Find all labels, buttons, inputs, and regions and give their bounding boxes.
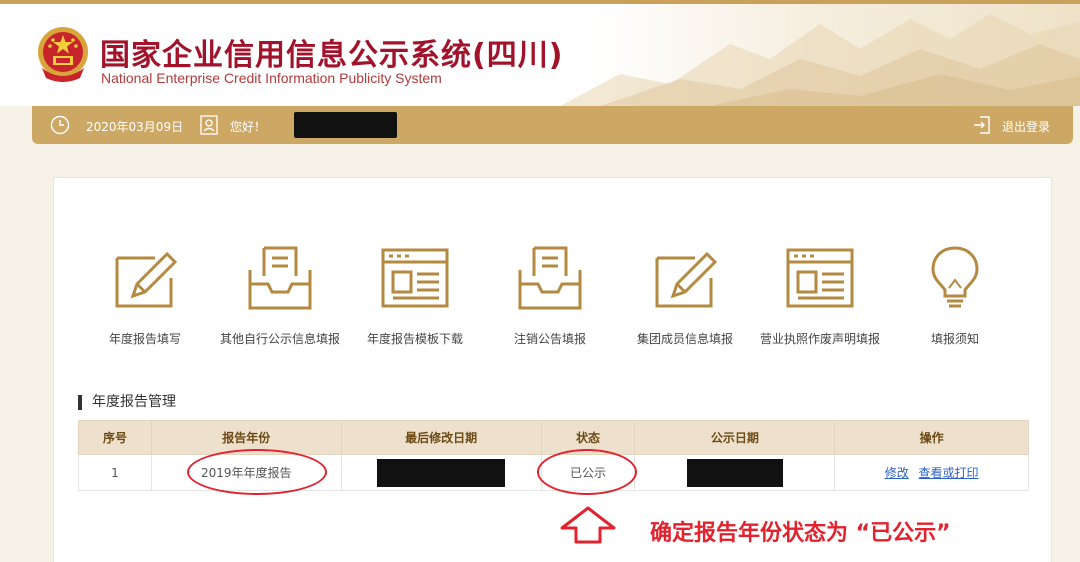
func-group-member[interactable]: 集团成员信息填报 (620, 244, 750, 347)
current-date: 2020年03月09日 (86, 120, 184, 134)
func-template-download[interactable]: 年度报告模板下载 (350, 244, 480, 347)
template-icon (786, 248, 854, 308)
section-title: 年度报告管理 (78, 395, 176, 410)
inbox-icon (518, 246, 582, 310)
cell-index: 1 (78, 454, 152, 491)
annotation-text: 确定报告年份状态为 “已公示” (650, 521, 951, 546)
logout-link[interactable]: 退出登录 (1002, 118, 1050, 135)
func-annual-report-fill[interactable]: 年度报告填写 (80, 244, 210, 347)
func-cancellation-notice[interactable]: 注销公告填报 (485, 244, 615, 347)
inbox-icon (248, 246, 312, 310)
lightbulb-icon (931, 246, 979, 308)
clock-icon (50, 115, 70, 135)
cell-publish-date (634, 454, 836, 491)
template-icon (381, 248, 449, 308)
highlight-status-ellipse (537, 449, 637, 495)
site-header: 国家企业信用信息公示系统(四川) National Enterprise Cre… (0, 4, 1080, 106)
col-header-publish-date: 公示日期 (634, 420, 836, 455)
edit-icon (655, 251, 718, 308)
table-header-row: 序号 报告年份 最后修改日期 状态 公示日期 操作 (78, 420, 1029, 455)
redacted-username (294, 112, 397, 138)
user-bar: 2020年03月09日 您好！ 退出登录 (32, 106, 1073, 144)
func-label: 集团成员信息填报 (636, 332, 733, 346)
user-icon (200, 115, 218, 135)
greeting-text: 您好！ (230, 120, 267, 134)
cell-actions: 修改 查看或打印 (834, 454, 1029, 491)
national-emblem-icon (38, 27, 88, 82)
cell-modified (340, 454, 542, 491)
func-license-void[interactable]: 营业执照作废声明填报 (755, 244, 885, 347)
func-label: 年度报告模板下载 (366, 332, 463, 346)
main-panel: 年度报告填写 其他自行公示信息填报 年度报告模板下载 注销公告填报 集团成员信息… (53, 177, 1052, 562)
view-print-link[interactable]: 查看或打印 (919, 466, 979, 480)
system-subtitle: National Enterprise Credit Information P… (101, 70, 442, 86)
func-label: 注销公告填报 (513, 332, 586, 346)
highlight-year-ellipse (187, 449, 327, 495)
func-label: 年度报告填写 (108, 332, 181, 346)
redacted-publish-date (686, 458, 783, 487)
system-title: 国家企业信用信息公示系统(四川) (100, 38, 564, 73)
col-header-actions: 操作 (834, 420, 1029, 455)
redacted-modified-date (377, 458, 506, 487)
func-label: 填报须知 (930, 332, 979, 346)
arrow-up-icon (560, 506, 616, 544)
func-other-publicity[interactable]: 其他自行公示信息填报 (215, 244, 345, 347)
col-header-modified: 最后修改日期 (340, 420, 542, 455)
func-fill-guide[interactable]: 填报须知 (890, 244, 1020, 347)
col-header-index: 序号 (78, 420, 152, 455)
modify-link[interactable]: 修改 (885, 466, 909, 480)
func-label: 其他自行公示信息填报 (219, 332, 340, 346)
logout-icon[interactable] (972, 115, 992, 135)
mountain-decoration (560, 14, 1080, 106)
edit-icon (115, 251, 178, 308)
func-label: 营业执照作废声明填报 (759, 332, 880, 346)
